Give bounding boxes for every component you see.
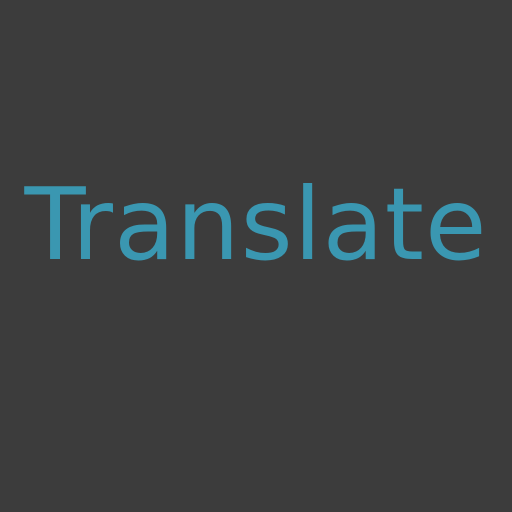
translate-app-icon[interactable]: Translate [0,0,512,512]
app-icon-label: Translate [24,166,488,283]
